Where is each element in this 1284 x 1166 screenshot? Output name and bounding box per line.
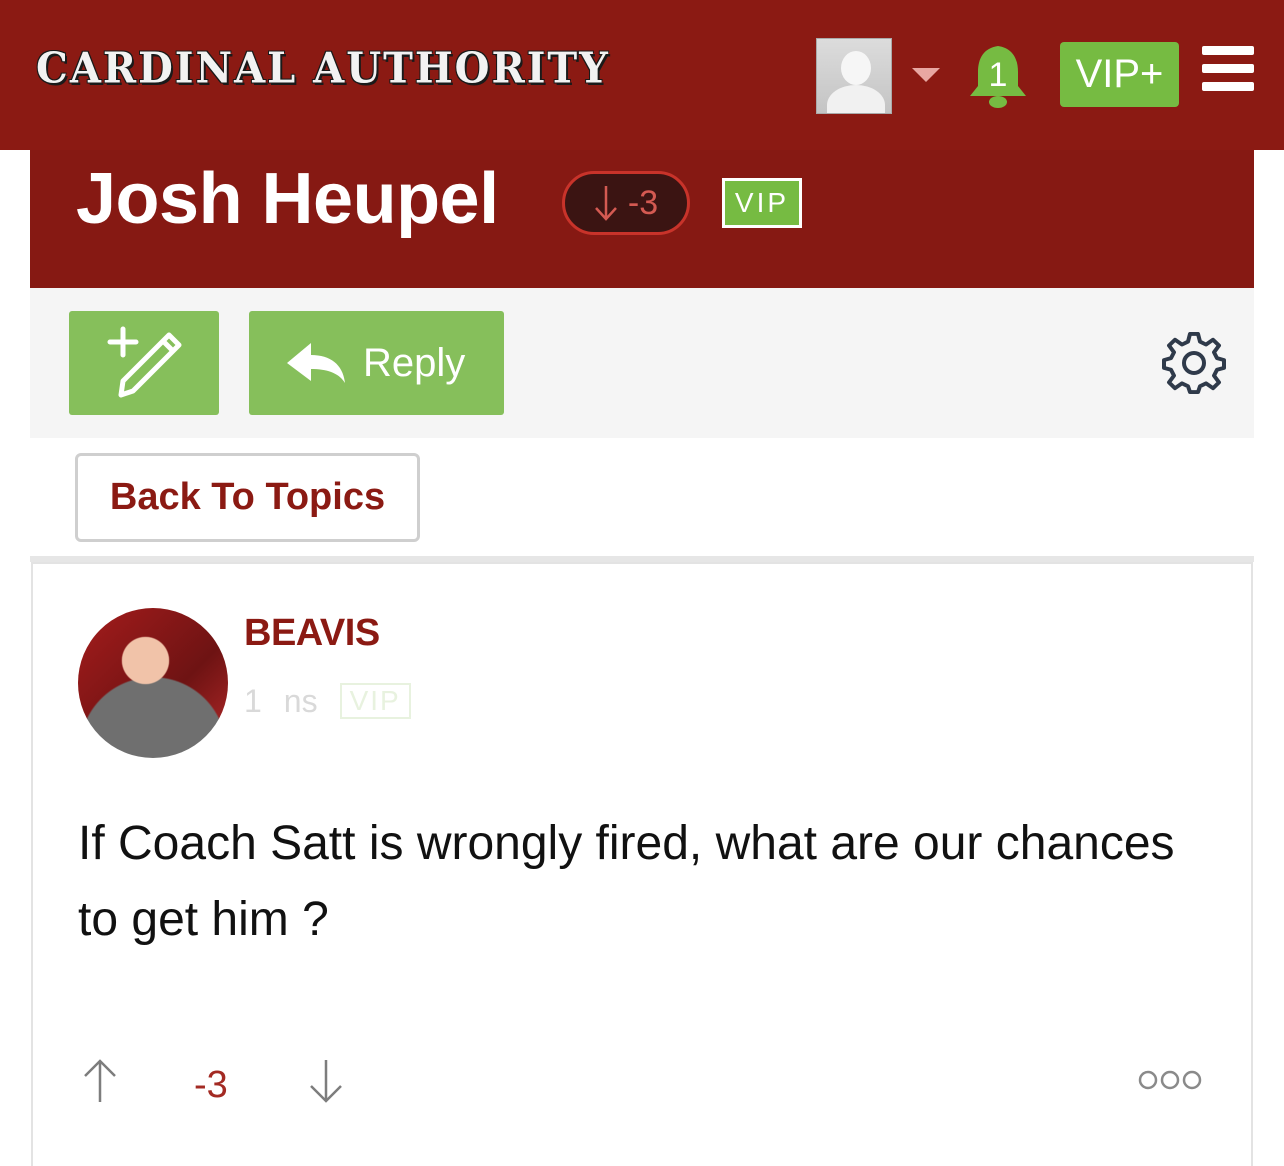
settings-button[interactable] — [1162, 331, 1226, 396]
bell-icon: 1 — [970, 40, 1026, 108]
page-title: Josh Heupel — [76, 159, 499, 239]
reply-button[interactable]: Reply — [249, 311, 504, 415]
arrow-down-icon — [310, 1060, 342, 1103]
site-logo[interactable]: CARDINAL AUTHORITY — [36, 28, 610, 108]
author-avatar[interactable] — [78, 608, 228, 758]
topic-score: -3 — [627, 183, 659, 222]
gear-icon — [1162, 331, 1226, 395]
hamburger-line — [1202, 82, 1254, 91]
reply-arrow-icon — [287, 343, 345, 383]
logo-text: CARDINAL AUTHORITY — [36, 43, 610, 93]
post-time: 1 — [244, 682, 262, 719]
author-name[interactable]: BEAVIS — [244, 612, 380, 655]
avatar-head — [841, 51, 871, 85]
avatar-shoulders — [827, 85, 885, 113]
new-topic-button[interactable] — [69, 311, 219, 415]
notifications-button[interactable]: 1 — [966, 36, 1030, 112]
hamburger-icon[interactable] — [1202, 46, 1254, 92]
arrow-down-icon — [594, 186, 617, 221]
caret-down-icon[interactable] — [912, 68, 940, 82]
post-body: If Coach Satt is wrongly fired, what are… — [78, 817, 1175, 946]
notification-count: 1 — [989, 56, 1008, 94]
hamburger-line — [1202, 46, 1254, 55]
vip-badge: VIP — [722, 178, 802, 228]
reply-label: Reply — [363, 340, 466, 385]
post-meta: 1 ns VIP — [244, 680, 411, 722]
vip-plus-button[interactable]: VIP+ — [1060, 42, 1179, 107]
hamburger-line — [1202, 64, 1254, 73]
vote-count: -3 — [194, 1064, 228, 1106]
more-options-button[interactable] — [1138, 1068, 1202, 1092]
upvote-button[interactable] — [82, 1058, 118, 1104]
new-topic-icon — [107, 326, 182, 398]
more-icon — [1138, 1070, 1202, 1090]
author-vip-badge: VIP — [339, 683, 411, 719]
topic-score-badge: -3 — [562, 171, 690, 235]
account-avatar[interactable] — [816, 38, 892, 114]
arrow-up-icon — [84, 1059, 116, 1102]
post-time-unit: ns — [283, 682, 318, 719]
back-to-topics-button[interactable]: Back To Topics — [75, 453, 420, 542]
downvote-button[interactable] — [308, 1058, 344, 1104]
